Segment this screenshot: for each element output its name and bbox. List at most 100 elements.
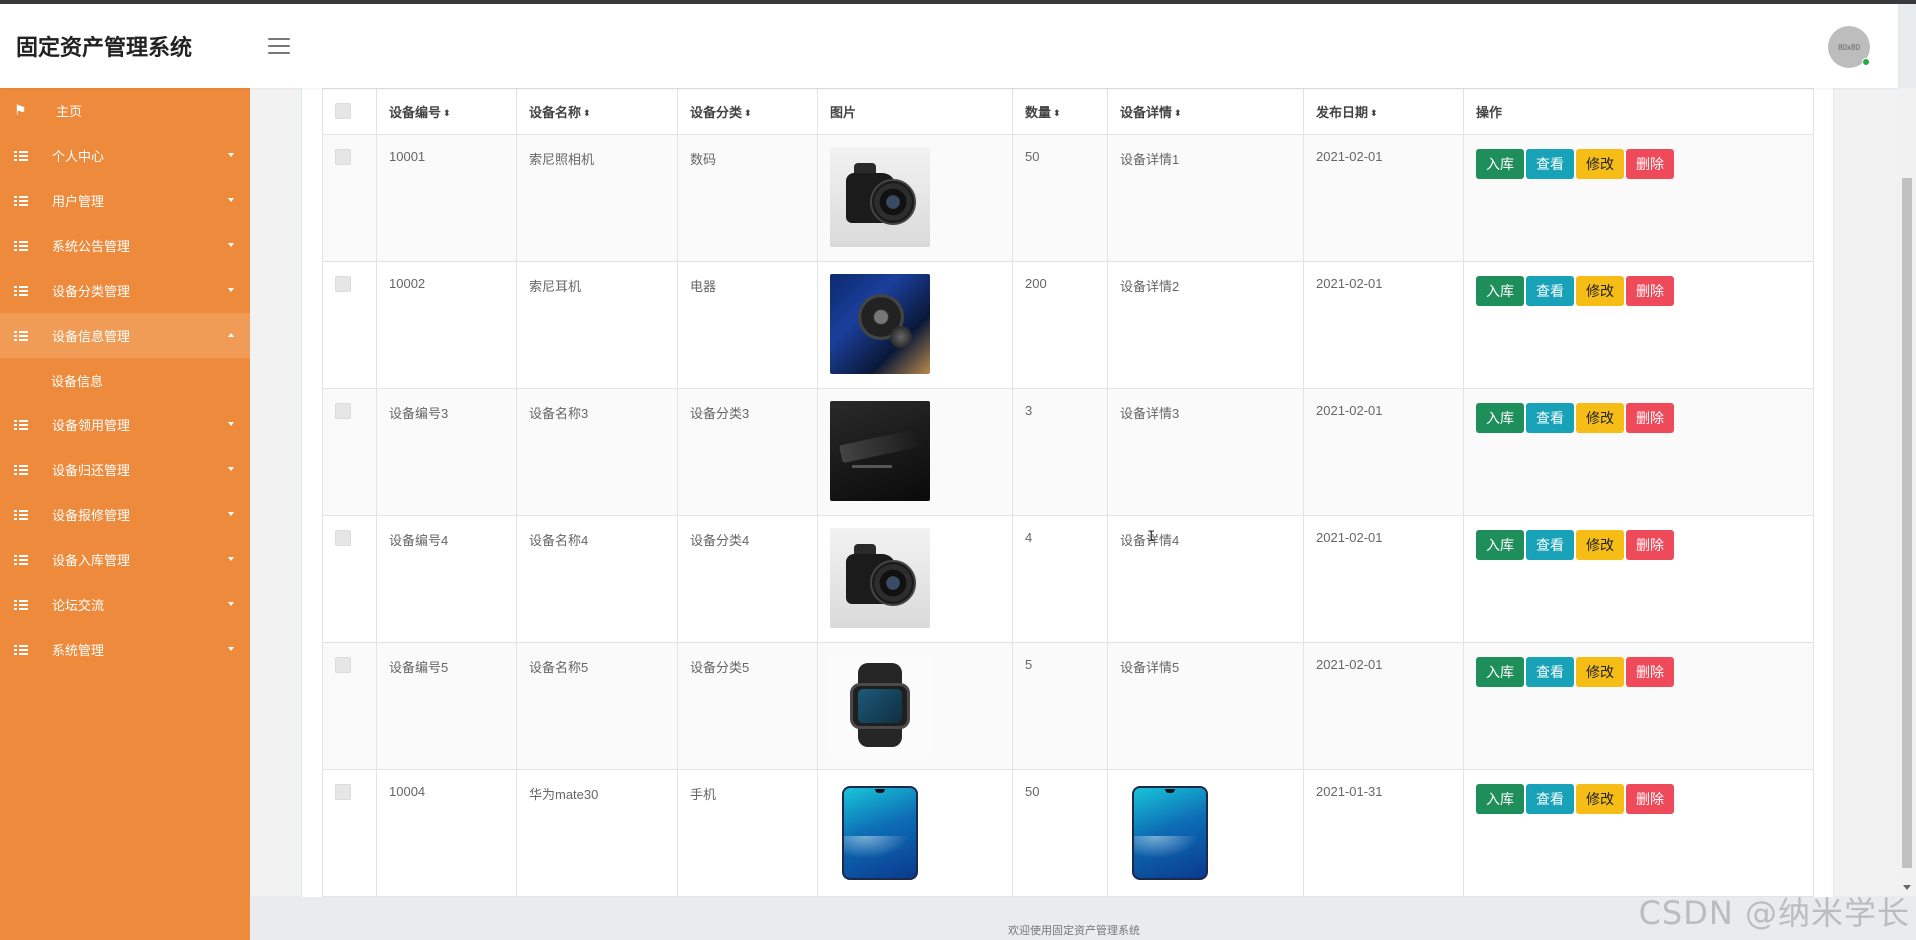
column-header-category[interactable]: 设备分类 ⬍ xyxy=(677,88,818,135)
footer-text: 欢迎使用固定资产管理系统 xyxy=(1008,924,1140,937)
view-button[interactable]: 查看 xyxy=(1526,784,1574,814)
stock-in-button[interactable]: 入库 xyxy=(1476,784,1524,814)
sidebar-item-label: 设备归还管理 xyxy=(52,464,131,479)
view-button[interactable]: 查看 xyxy=(1526,530,1574,560)
row-checkbox[interactable] xyxy=(335,149,351,165)
view-button[interactable]: 查看 xyxy=(1526,149,1574,179)
sidebar-item-home[interactable]: ⚑ 主页 xyxy=(0,88,250,133)
sidebar-item-label: 主页 xyxy=(56,105,83,120)
cell-code: 设备编号4 xyxy=(376,515,517,643)
cell-code: 设备编号5 xyxy=(376,642,517,770)
row-select-cell xyxy=(322,388,377,516)
cell-quantity: 5 xyxy=(1012,642,1108,770)
delete-button[interactable]: 删除 xyxy=(1626,403,1674,433)
delete-button[interactable]: 删除 xyxy=(1626,657,1674,687)
stock-in-button[interactable]: 入库 xyxy=(1476,657,1524,687)
delete-button[interactable]: 删除 xyxy=(1626,149,1674,179)
row-checkbox[interactable] xyxy=(335,657,351,673)
sidebar-item-device-stockin-management[interactable]: 设备入库管理 xyxy=(0,537,250,582)
table-row: 10002 索尼耳机 电器 200 设备详情2 2021-02-01 入库 查看… xyxy=(322,261,1814,389)
grid-icon xyxy=(14,329,28,342)
grid-icon xyxy=(14,194,28,207)
delete-button[interactable]: 删除 xyxy=(1626,784,1674,814)
row-checkbox[interactable] xyxy=(335,276,351,292)
row-checkbox[interactable] xyxy=(335,530,351,546)
grid-icon xyxy=(14,284,28,297)
scrollbar-thumb[interactable] xyxy=(1902,178,1912,868)
column-header-date[interactable]: 发布日期 ⬍ xyxy=(1303,88,1464,135)
sidebar: ⚑ 主页 个人中心 用户管理 系统公告管理 设备分类管理 设备信息管理 设备信息… xyxy=(0,88,250,940)
column-header-label: 设备名称 xyxy=(529,105,582,120)
view-button[interactable]: 查看 xyxy=(1526,403,1574,433)
column-header-label: 设备编号 xyxy=(389,105,442,120)
sidebar-item-device-return-management[interactable]: 设备归还管理 xyxy=(0,447,250,492)
cell-name: 华为mate30 xyxy=(516,769,678,897)
sidebar-item-label: 个人中心 xyxy=(52,150,105,165)
edit-button[interactable]: 修改 xyxy=(1576,784,1624,814)
sidebar-item-personal-center[interactable]: 个人中心 xyxy=(0,133,250,178)
view-button[interactable]: 查看 xyxy=(1526,276,1574,306)
cell-date: 2021-02-01 xyxy=(1303,261,1464,389)
sidebar-item-user-management[interactable]: 用户管理 xyxy=(0,178,250,223)
sidebar-item-label: 系统公告管理 xyxy=(52,240,131,255)
cell-actions: 入库 查看 修改 删除 xyxy=(1463,769,1814,897)
delete-button[interactable]: 删除 xyxy=(1626,276,1674,306)
column-header-code[interactable]: 设备编号 ⬍ xyxy=(376,88,517,135)
column-header-name[interactable]: 设备名称 ⬍ xyxy=(516,88,678,135)
select-all-cell xyxy=(322,88,377,135)
cell-actions: 入库 查看 修改 删除 xyxy=(1463,388,1814,516)
table-row: 10001 索尼照相机 数码 50 设备详情1 2021-02-01 入库 查看… xyxy=(322,134,1814,262)
cell-name: 设备名称3 xyxy=(516,388,678,516)
caret-down-icon xyxy=(228,602,234,606)
cell-date: 2021-02-01 xyxy=(1303,134,1464,262)
delete-button[interactable]: 删除 xyxy=(1626,530,1674,560)
menu-toggle-icon[interactable] xyxy=(268,38,290,54)
cell-quantity: 50 xyxy=(1012,134,1108,262)
stock-in-button[interactable]: 入库 xyxy=(1476,530,1524,560)
sidebar-item-category-management[interactable]: 设备分类管理 xyxy=(0,268,250,313)
sidebar-item-device-repair-management[interactable]: 设备报修管理 xyxy=(0,492,250,537)
stock-in-button[interactable]: 入库 xyxy=(1476,276,1524,306)
column-header-detail[interactable]: 设备详情 ⬍ xyxy=(1107,88,1304,135)
stock-in-button[interactable]: 入库 xyxy=(1476,403,1524,433)
sidebar-item-label: 设备报修管理 xyxy=(52,509,131,524)
cell-category: 设备分类5 xyxy=(677,642,818,770)
sidebar-item-label: 设备入库管理 xyxy=(52,554,131,569)
sidebar-item-device-info-management[interactable]: 设备信息管理 xyxy=(0,313,250,358)
cell-actions: 入库 查看 修改 删除 xyxy=(1463,642,1814,770)
edit-button[interactable]: 修改 xyxy=(1576,657,1624,687)
column-header-image: 图片 xyxy=(817,88,1013,135)
user-avatar[interactable]: 80x80 xyxy=(1828,26,1870,68)
stock-in-button[interactable]: 入库 xyxy=(1476,149,1524,179)
cell-image xyxy=(817,134,1013,262)
edit-button[interactable]: 修改 xyxy=(1576,276,1624,306)
row-checkbox[interactable] xyxy=(335,784,351,800)
edit-button[interactable]: 修改 xyxy=(1576,403,1624,433)
sidebar-item-announcement-management[interactable]: 系统公告管理 xyxy=(0,223,250,268)
sidebar-item-device-checkout-management[interactable]: 设备领用管理 xyxy=(0,402,250,447)
sidebar-item-label: 论坛交流 xyxy=(52,599,105,614)
sidebar-subitem-device-info[interactable]: 设备信息 xyxy=(0,358,250,402)
sidebar-item-forum[interactable]: 论坛交流 xyxy=(0,582,250,627)
table-header-row: 设备编号 ⬍ 设备名称 ⬍ 设备分类 ⬍ 图片 数量 ⬍ 设备详情 ⬍ 发布日期 ⬍ 操作 xyxy=(322,88,1814,135)
sidebar-item-label: 设备信息管理 xyxy=(52,330,131,345)
column-header-quantity[interactable]: 数量 ⬍ xyxy=(1012,88,1108,135)
row-select-cell xyxy=(322,642,377,770)
column-header-label: 数量 xyxy=(1025,105,1052,120)
column-header-label: 设备详情 xyxy=(1120,105,1173,120)
view-button[interactable]: 查看 xyxy=(1526,657,1574,687)
caret-down-icon xyxy=(228,467,234,471)
cell-image xyxy=(817,515,1013,643)
edit-button[interactable]: 修改 xyxy=(1576,149,1624,179)
sidebar-item-system-management[interactable]: 系统管理 xyxy=(0,627,250,672)
grid-icon xyxy=(14,553,28,566)
row-checkbox[interactable] xyxy=(335,403,351,419)
vertical-scrollbar[interactable] xyxy=(1898,88,1916,896)
cell-detail: 设备详情4 xyxy=(1107,515,1304,643)
watermark: CSDN @纳米学长 xyxy=(1638,894,1910,932)
caret-down-icon xyxy=(228,198,234,202)
avatar-placeholder-text: 80x80 xyxy=(1838,42,1860,52)
select-all-checkbox[interactable] xyxy=(335,103,351,119)
caret-up-icon xyxy=(228,333,234,337)
edit-button[interactable]: 修改 xyxy=(1576,530,1624,560)
